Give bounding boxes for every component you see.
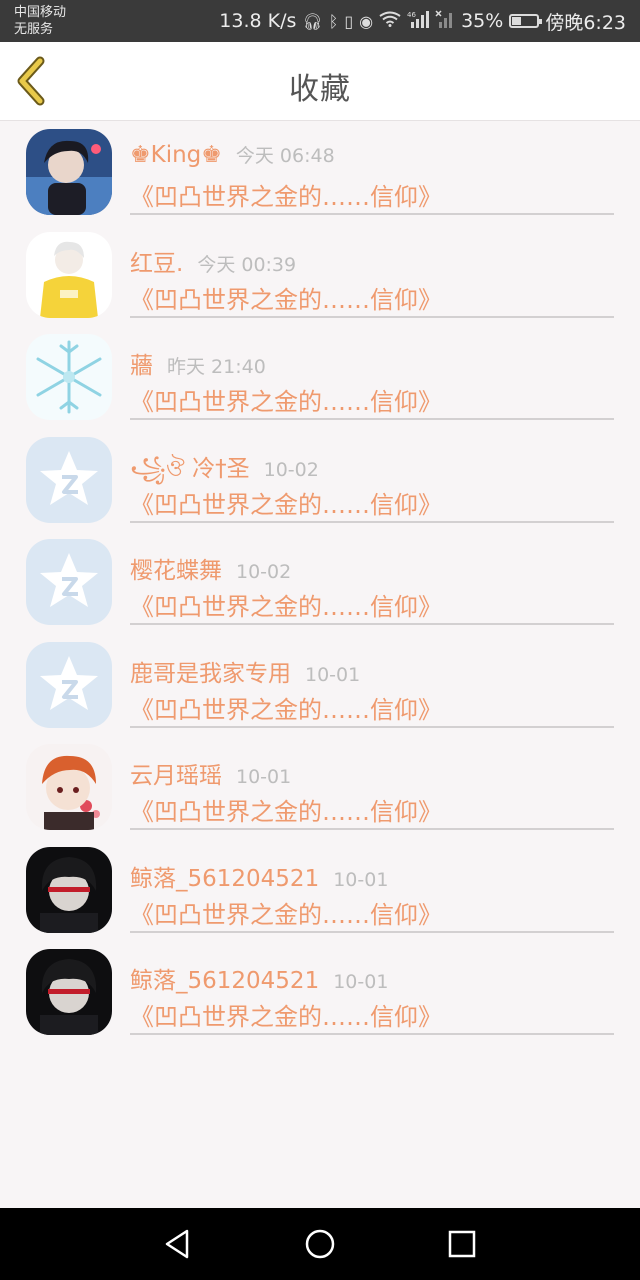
- divider: [130, 828, 614, 830]
- favorite-item[interactable]: 鹿哥是我家专用 10-01 《凹凸世界之金的……信仰》: [0, 634, 640, 737]
- divider: [130, 930, 614, 933]
- favorite-title[interactable]: 《凹凸世界之金的……信仰》: [130, 485, 442, 520]
- author-name[interactable]: 红豆. 今天 00:39: [130, 244, 296, 278]
- author-name-text: ꧁ঔ 冷†圣: [130, 455, 250, 482]
- headphones-icon: 🎧︎: [302, 11, 323, 31]
- status-icons: 13.8 K/s 🎧︎ ᛒ ▯ ◉ 46 35% 傍晚6:23: [219, 0, 626, 42]
- wifi-icon: [379, 11, 401, 31]
- page-title: 收藏: [289, 72, 351, 107]
- eye-icon: ◉: [359, 11, 374, 31]
- divider: [130, 520, 614, 523]
- favorite-item[interactable]: 蘠昨天 21:40 《凹凸世界之金的……信仰》: [0, 326, 640, 429]
- divider: [130, 418, 614, 420]
- author-name-text: 鹿哥是我家专用: [130, 660, 291, 687]
- author-name[interactable]: ♚King♚ 今天 06:48: [130, 141, 335, 168]
- nav-back-button[interactable]: [160, 1226, 196, 1262]
- timestamp: 10-01: [236, 766, 292, 788]
- recents-square-icon: [448, 1230, 476, 1258]
- navigation-bar: [0, 1208, 640, 1280]
- favorite-title[interactable]: 《凹凸世界之金的……信仰》: [130, 382, 442, 417]
- avatar[interactable]: [26, 539, 112, 625]
- carrier-service: 无服务: [14, 22, 54, 37]
- network-type-label: 46: [407, 11, 416, 19]
- battery-percent: 35%: [461, 10, 504, 32]
- favorite-title[interactable]: 《凹凸世界之金的……信仰》: [130, 177, 442, 212]
- author-name-text: ♚King♚: [130, 142, 222, 168]
- timestamp: 10-01: [333, 971, 389, 993]
- favorite-item[interactable]: 鲸落_561204521 10-01 《凹凸世界之金的……信仰》: [0, 941, 640, 1044]
- favorite-title[interactable]: 《凹凸世界之金的……信仰》: [130, 895, 442, 930]
- favorite-title[interactable]: 《凹凸世界之金的……信仰》: [130, 792, 442, 827]
- avatar[interactable]: [26, 129, 112, 215]
- carrier-name: 中国移动: [14, 5, 67, 20]
- back-triangle-icon: [165, 1229, 189, 1259]
- timestamp: 10-01: [333, 868, 389, 891]
- favorite-title[interactable]: 《凹凸世界之金的……信仰》: [130, 280, 442, 315]
- signal-icon: 46: [407, 10, 430, 32]
- favorite-title[interactable]: 《凹凸世界之金的……信仰》: [130, 587, 442, 622]
- favorite-title[interactable]: 《凹凸世界之金的……信仰》: [130, 997, 442, 1032]
- avatar[interactable]: [26, 334, 112, 420]
- battery-icon: [509, 14, 543, 28]
- favorites-list: ♚King♚ 今天 06:48 《凹凸世界之金的……信仰》 红豆. 今天 00:39…: [0, 121, 640, 1044]
- status-bar: 中国移动 无服务 13.8 K/s 🎧︎ ᛒ ▯ ◉ 46 35% 傍晚6:23: [0, 0, 640, 42]
- vibrate-icon: ▯: [344, 11, 354, 31]
- favorite-item[interactable]: 樱花蝶舞 10-02 《凹凸世界之金的……信仰》: [0, 531, 640, 634]
- favorite-item[interactable]: 红豆. 今天 00:39 《凹凸世界之金的……信仰》: [0, 224, 640, 327]
- author-name[interactable]: 樱花蝶舞 10-02: [130, 551, 291, 585]
- header-bar: 收藏: [0, 42, 640, 121]
- avatar[interactable]: [26, 744, 112, 830]
- divider: [130, 725, 614, 728]
- author-name-text: 鲸落_561204521: [130, 865, 320, 892]
- nav-home-button[interactable]: [302, 1226, 338, 1262]
- author-name-text: 鲸落_561204521: [130, 968, 320, 994]
- clock: 傍晚6:23: [545, 11, 626, 34]
- timestamp: 昨天 21:40: [167, 356, 266, 378]
- timestamp: 10-02: [263, 458, 319, 481]
- network-speed: 13.8 K/s: [219, 10, 297, 32]
- timestamp: 10-01: [305, 663, 361, 686]
- favorite-item[interactable]: 鲸落_561204521 10-01 《凹凸世界之金的……信仰》: [0, 839, 640, 942]
- bluetooth-icon: ᛒ: [328, 11, 339, 31]
- favorite-item[interactable]: ꧁ঔ 冷†圣 10-02 《凹凸世界之金的……信仰》: [0, 429, 640, 532]
- home-circle-icon: [305, 1229, 335, 1259]
- divider: [130, 315, 614, 318]
- divider: [130, 213, 614, 215]
- author-name[interactable]: 鹿哥是我家专用 10-01: [130, 654, 360, 688]
- author-name-text: 樱花蝶舞: [130, 558, 222, 584]
- avatar[interactable]: [26, 641, 112, 728]
- author-name[interactable]: 鲸落_561204521 10-01: [130, 961, 388, 995]
- author-name[interactable]: 鲸落_561204521 10-01: [130, 859, 388, 893]
- author-name-text: 红豆.: [130, 250, 184, 277]
- carrier-info: 中国移动 无服务: [14, 4, 66, 38]
- author-name[interactable]: 云月瑶瑶 10-01: [130, 756, 291, 790]
- timestamp: 10-02: [236, 561, 292, 583]
- divider: [130, 623, 614, 625]
- favorite-title[interactable]: 《凹凸世界之金的……信仰》: [130, 690, 442, 725]
- timestamp: 今天 06:48: [235, 145, 335, 167]
- timestamp: 今天 00:39: [197, 253, 297, 276]
- avatar[interactable]: [26, 436, 112, 523]
- favorite-item[interactable]: ♚King♚ 今天 06:48 《凹凸世界之金的……信仰》: [0, 121, 640, 224]
- nav-recents-button[interactable]: [444, 1226, 480, 1262]
- author-name-text: 云月瑶瑶: [130, 763, 222, 789]
- no-signal-icon: [435, 10, 455, 32]
- avatar[interactable]: [26, 231, 112, 318]
- divider: [130, 1033, 614, 1035]
- favorite-item[interactable]: 云月瑶瑶 10-01 《凹凸世界之金的……信仰》: [0, 736, 640, 839]
- avatar[interactable]: [26, 949, 112, 1035]
- author-name[interactable]: 蘠昨天 21:40: [130, 346, 266, 380]
- avatar[interactable]: [26, 846, 112, 933]
- author-name-text: 蘠: [130, 353, 153, 379]
